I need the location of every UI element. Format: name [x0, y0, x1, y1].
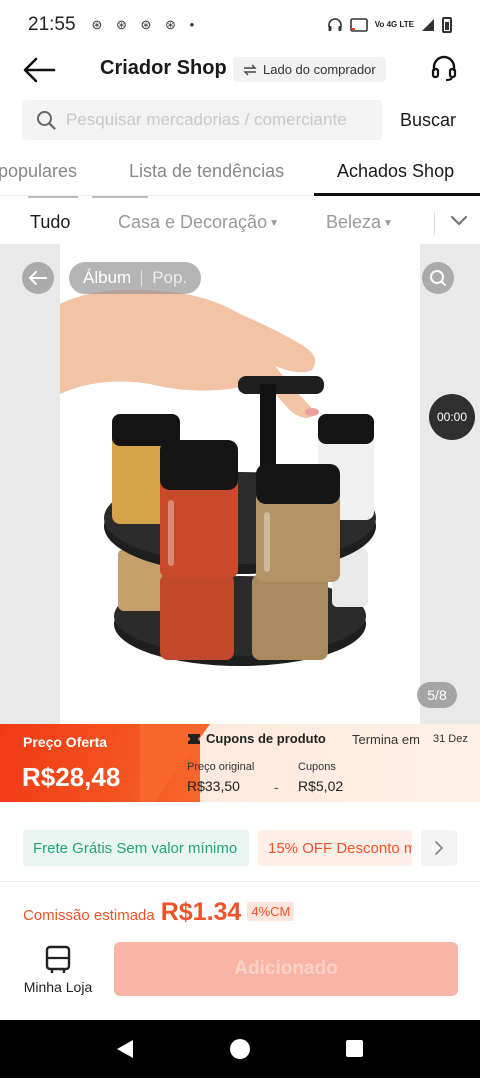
- divider: [141, 270, 143, 286]
- commission-label: Comissão estimada: [23, 907, 155, 924]
- caret-down-icon: ▼: [269, 218, 279, 229]
- search-input[interactable]: [66, 110, 376, 130]
- system-nav-bar: [0, 1020, 480, 1078]
- store-icon: [45, 945, 71, 973]
- nav-recents-icon[interactable]: [346, 1040, 363, 1057]
- popular-label[interactable]: Pop.: [152, 268, 187, 288]
- tab-achados-shop[interactable]: Achados Shop: [337, 161, 454, 182]
- offer-price: R$28,48: [22, 762, 121, 792]
- caret-down-icon: ▼: [383, 218, 393, 229]
- side-switch-label: Lado do comprador: [263, 62, 376, 77]
- cast-icon: [349, 18, 368, 32]
- category-beauty[interactable]: Beleza ▼: [326, 212, 393, 233]
- status-indicators: Vo 4G LTE: [327, 17, 452, 33]
- product-image[interactable]: [60, 244, 420, 724]
- chevron-right-icon: [435, 841, 444, 855]
- media-back-button[interactable]: [22, 262, 54, 294]
- coupon-title-text: Cupons de produto: [206, 731, 326, 746]
- price-bar: Preço Oferta R$28,48 Cupons de produto T…: [0, 724, 480, 802]
- chevron-down-icon[interactable]: [450, 214, 468, 228]
- tab-bar: populares Lista de tendências Achados Sh…: [0, 150, 480, 199]
- promo-discount[interactable]: 15% OFF Desconto m: [258, 830, 412, 866]
- category-label: Beleza: [326, 212, 382, 232]
- category-bar: Tudo Casa e Decoração ▼ Beleza ▼: [0, 200, 480, 244]
- divider: [434, 211, 435, 235]
- promo-free-shipping[interactable]: Frete Grátis Sem valor mínimo: [23, 830, 249, 866]
- search-box[interactable]: [22, 100, 382, 140]
- next-image-edge: [420, 244, 480, 724]
- product-coupons-title: Cupons de produto: [188, 731, 326, 746]
- original-price: R$33,50: [187, 778, 240, 794]
- original-price-label: Preço original: [187, 761, 255, 773]
- category-all[interactable]: Tudo: [30, 212, 70, 233]
- signal-icon: [422, 19, 434, 31]
- coupons-label: Cupons: [298, 761, 336, 773]
- added-button[interactable]: Adicionado: [114, 942, 458, 996]
- ticket-icon: [188, 733, 200, 744]
- album-label[interactable]: Álbum: [83, 268, 131, 288]
- my-store-button[interactable]: Minha Loja: [22, 945, 94, 995]
- product-media[interactable]: Álbum Pop. 00:00 5/8: [0, 244, 480, 724]
- network-label: Vo 4G LTE: [374, 20, 414, 29]
- status-time: 21:55: [28, 14, 76, 35]
- arrow-left-icon: [29, 271, 47, 285]
- nav-back-icon[interactable]: [115, 1039, 135, 1059]
- coupons-value: R$5,02: [298, 778, 344, 794]
- promo-more-button[interactable]: [421, 830, 457, 866]
- headset-status-icon: [327, 18, 342, 31]
- minus-sign: -: [274, 779, 279, 795]
- category-label: Casa e Decoração: [118, 212, 268, 232]
- search-button[interactable]: Buscar: [400, 110, 456, 131]
- nav-home-icon[interactable]: [230, 1039, 250, 1059]
- coupon-ends-date: 31 Dez: [433, 733, 468, 745]
- page-title: Criador Shop: [100, 57, 227, 79]
- prev-image-edge: [0, 244, 60, 724]
- image-page-indicator: 5/8: [417, 682, 457, 708]
- commission-value: R$1.34: [160, 898, 242, 926]
- status-bar: 21:55 ⊛ ⊛ ⊛ ⊛ • Vo 4G LTE: [0, 0, 480, 50]
- search-row: Buscar: [0, 98, 480, 142]
- coupon-ends-label: Termina em: [352, 732, 420, 747]
- back-arrow-icon[interactable]: [22, 56, 56, 84]
- battery-icon: [442, 17, 452, 33]
- search-icon: [430, 270, 446, 286]
- customer-service-icon[interactable]: [430, 54, 458, 82]
- commission-rate-badge: 4%CM: [247, 902, 295, 921]
- bottom-action-bar: Minha Loja Adicionado: [0, 935, 480, 1020]
- swap-icon: [243, 64, 257, 75]
- image-search-button[interactable]: [422, 262, 454, 294]
- header: Criador Shop Lado do comprador: [0, 50, 480, 90]
- category-home-decor[interactable]: Casa e Decoração ▼: [118, 212, 279, 233]
- tab-populares[interactable]: populares: [0, 161, 77, 182]
- commission-row: Comissão estimada R$1.34 4%CM: [23, 898, 295, 927]
- offer-price-label: Preço Oferta: [23, 734, 108, 750]
- video-timer[interactable]: 00:00: [429, 394, 475, 440]
- notification-icons: ⊛ ⊛ ⊛ ⊛ •: [91, 17, 200, 32]
- my-store-label: Minha Loja: [23, 979, 93, 995]
- promo-row: Frete Grátis Sem valor mínimo 15% OFF De…: [0, 818, 480, 882]
- tab-trending-list[interactable]: Lista de tendências: [129, 161, 284, 182]
- buyer-side-switch[interactable]: Lado do comprador: [233, 57, 386, 82]
- active-tab-indicator: [314, 193, 480, 196]
- tab-scroll-hint: [20, 196, 150, 199]
- album-switch[interactable]: Álbum Pop.: [69, 262, 202, 294]
- search-icon: [37, 111, 56, 130]
